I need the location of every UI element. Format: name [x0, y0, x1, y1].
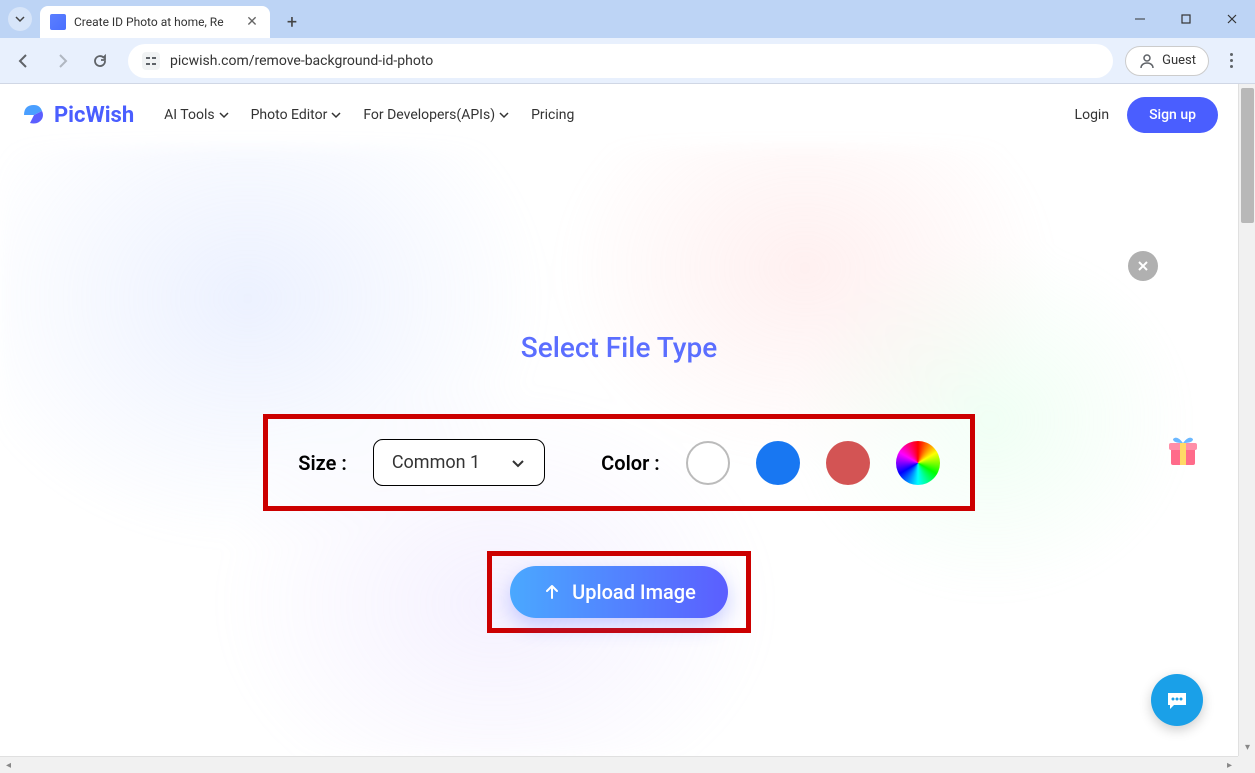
nav-photo-editor[interactable]: Photo Editor: [251, 107, 342, 123]
nav-pricing[interactable]: Pricing: [531, 107, 574, 123]
maximize-button[interactable]: [1163, 0, 1209, 38]
color-swatch-custom[interactable]: [896, 441, 940, 485]
site-settings-icon[interactable]: [142, 52, 160, 70]
scroll-corner: [1238, 756, 1255, 773]
new-tab-button[interactable]: +: [278, 8, 306, 36]
vertical-scrollbar[interactable]: ▾: [1238, 84, 1255, 756]
upload-image-button[interactable]: Upload Image: [510, 566, 728, 618]
color-swatch-red[interactable]: [826, 441, 870, 485]
signup-button[interactable]: Sign up: [1127, 97, 1218, 133]
forward-button[interactable]: [46, 45, 78, 77]
browser-tab[interactable]: Create ID Photo at home, Re ✕: [40, 6, 270, 38]
nav-ai-tools[interactable]: AI Tools: [164, 107, 228, 123]
nav-links: AI Tools Photo Editor For Developers(API…: [164, 107, 574, 123]
address-bar[interactable]: picwish.com/remove-background-id-photo: [128, 44, 1113, 78]
profile-label: Guest: [1162, 53, 1196, 68]
scroll-down-arrow[interactable]: ▾: [1239, 739, 1255, 756]
chat-button[interactable]: [1151, 674, 1203, 726]
close-window-button[interactable]: [1209, 0, 1255, 38]
viewport: PicWish AI Tools Photo Editor For Develo…: [0, 84, 1255, 773]
tab-search-button[interactable]: [8, 7, 32, 31]
size-label: Size :: [298, 451, 347, 475]
login-link[interactable]: Login: [1075, 107, 1110, 123]
color-label: Color :: [601, 451, 660, 475]
size-dropdown[interactable]: Common 1: [373, 439, 545, 486]
chevron-down-icon: [14, 13, 26, 25]
browser-tab-strip: Create ID Photo at home, Re ✕ +: [0, 0, 1255, 38]
tab-title: Create ID Photo at home, Re: [74, 15, 236, 29]
site-navbar: PicWish AI Tools Photo Editor For Develo…: [0, 84, 1238, 146]
modal: Select File Type Size : Common 1 Color :…: [0, 146, 1238, 756]
scroll-left-arrow[interactable]: ◂: [0, 757, 17, 773]
browser-menu-button[interactable]: [1215, 45, 1247, 77]
user-icon: [1138, 52, 1156, 70]
chat-icon: [1164, 687, 1190, 713]
close-modal-button[interactable]: [1128, 251, 1158, 281]
browser-toolbar: picwish.com/remove-background-id-photo G…: [0, 38, 1255, 84]
brand-logo[interactable]: PicWish: [20, 101, 134, 129]
color-swatch-white[interactable]: [686, 441, 730, 485]
brand-name: PicWish: [54, 103, 134, 128]
scroll-right-arrow[interactable]: ▸: [1221, 757, 1238, 773]
url-text: picwish.com/remove-background-id-photo: [170, 53, 1099, 69]
reload-button[interactable]: [84, 45, 116, 77]
chevron-down-icon: [510, 455, 526, 471]
profile-button[interactable]: Guest: [1125, 46, 1209, 76]
options-highlight-box: Size : Common 1 Color :: [263, 414, 974, 511]
window-controls: [1117, 0, 1255, 38]
gift-icon[interactable]: [1163, 429, 1203, 469]
upload-label: Upload Image: [572, 580, 696, 604]
scroll-thumb[interactable]: [1241, 88, 1254, 223]
horizontal-scrollbar[interactable]: ◂ ▸: [0, 756, 1238, 773]
back-button[interactable]: [8, 45, 40, 77]
page-content: PicWish AI Tools Photo Editor For Develo…: [0, 84, 1238, 756]
minimize-button[interactable]: [1117, 0, 1163, 38]
close-icon: [1136, 259, 1150, 273]
logo-icon: [20, 101, 48, 129]
size-value: Common 1: [392, 452, 480, 473]
chevron-down-icon: [331, 110, 341, 120]
upload-icon: [542, 582, 562, 602]
chevron-down-icon: [499, 110, 509, 120]
modal-title: Select File Type: [521, 331, 717, 364]
nav-right: Login Sign up: [1075, 97, 1218, 133]
close-icon[interactable]: ✕: [244, 14, 260, 30]
tab-favicon: [50, 14, 66, 30]
color-swatch-blue[interactable]: [756, 441, 800, 485]
nav-developers[interactable]: For Developers(APIs): [363, 107, 509, 123]
chevron-down-icon: [219, 110, 229, 120]
upload-highlight-box: Upload Image: [487, 551, 751, 633]
